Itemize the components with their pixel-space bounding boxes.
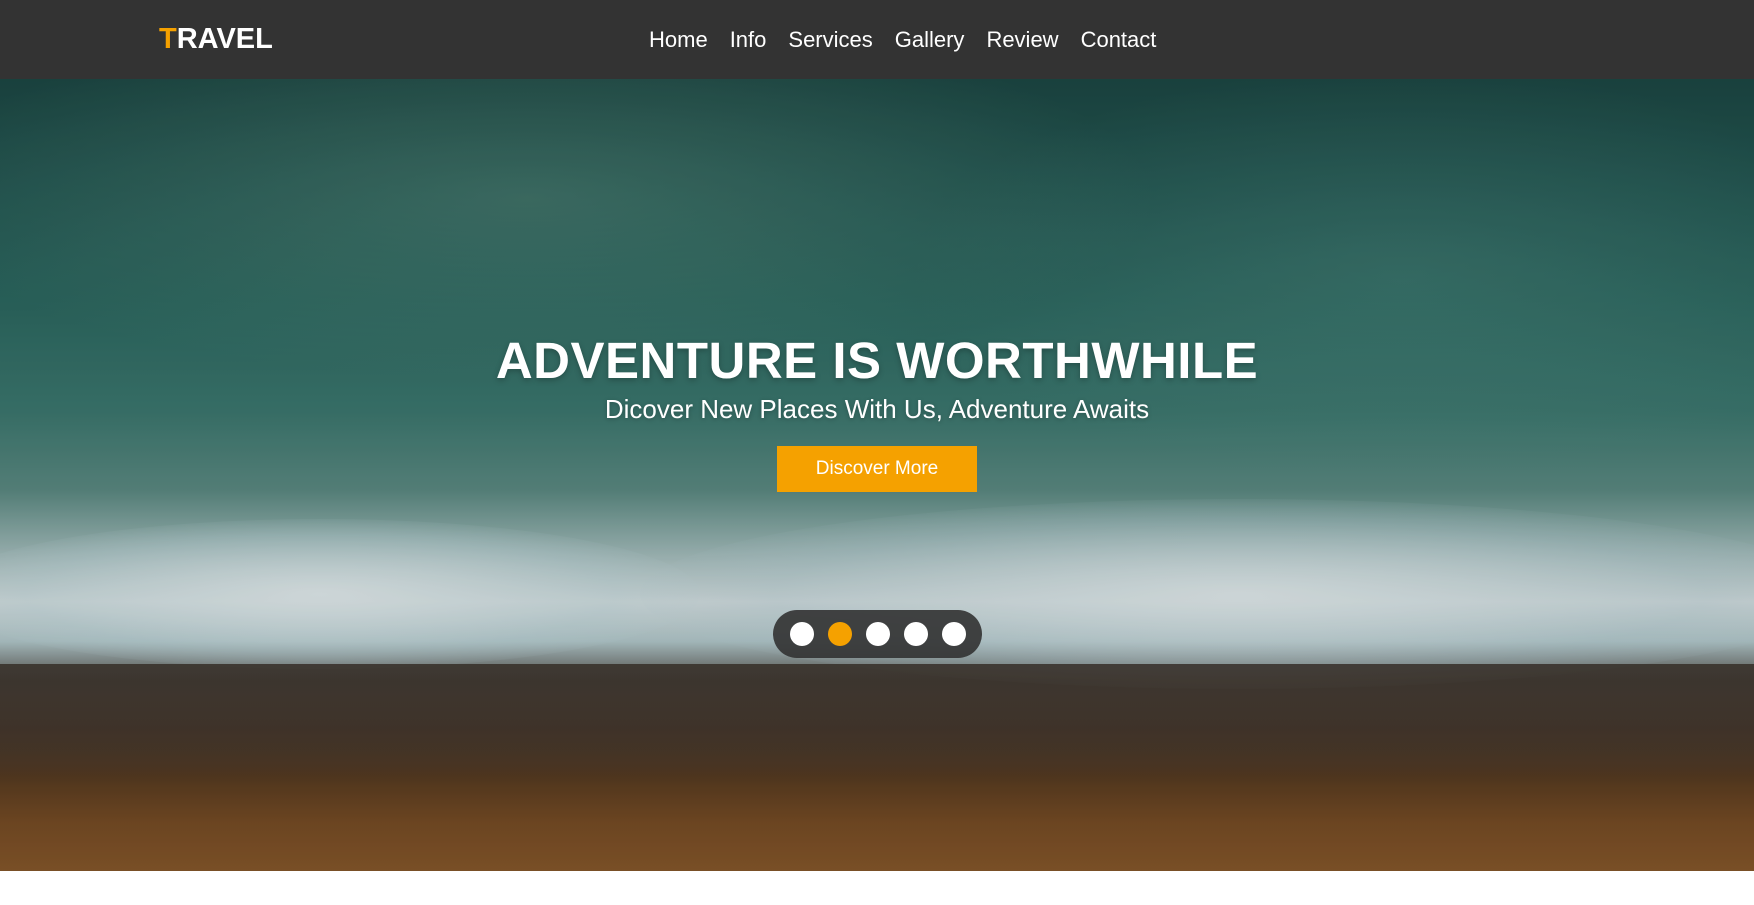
slider-dot-1[interactable]: [789, 622, 814, 646]
hero-title: ADVENTURE IS WORTHWHILE: [495, 332, 1259, 389]
nav-link-home[interactable]: Home: [638, 22, 719, 58]
hero-subtitle: Dicover New Places With Us, Adventure Aw…: [604, 394, 1150, 424]
slider-dot-3[interactable]: [865, 622, 890, 646]
main-nav: Home Info Services Gallery Review Contac…: [638, 22, 1167, 58]
slider-dot-2[interactable]: [827, 622, 852, 646]
logo-accent-letter: T: [159, 23, 177, 55]
slider-dot-5[interactable]: [941, 622, 966, 646]
discover-more-button[interactable]: Discover More: [777, 446, 977, 492]
navbar: TRAVEL Home Info Services Gallery Review…: [0, 0, 1754, 79]
slider-dots: [773, 610, 982, 658]
hero-section: ADVENTURE IS WORTHWHILE Dicover New Plac…: [0, 79, 1754, 871]
slider-dot-4[interactable]: [903, 622, 928, 646]
nav-link-contact[interactable]: Contact: [1070, 22, 1168, 58]
site-logo[interactable]: TRAVEL: [159, 22, 273, 56]
nav-link-review[interactable]: Review: [975, 22, 1069, 58]
nav-link-gallery[interactable]: Gallery: [884, 22, 976, 58]
nav-link-services[interactable]: Services: [777, 22, 883, 58]
nav-link-info[interactable]: Info: [719, 22, 778, 58]
logo-text: RAVEL: [176, 23, 273, 55]
